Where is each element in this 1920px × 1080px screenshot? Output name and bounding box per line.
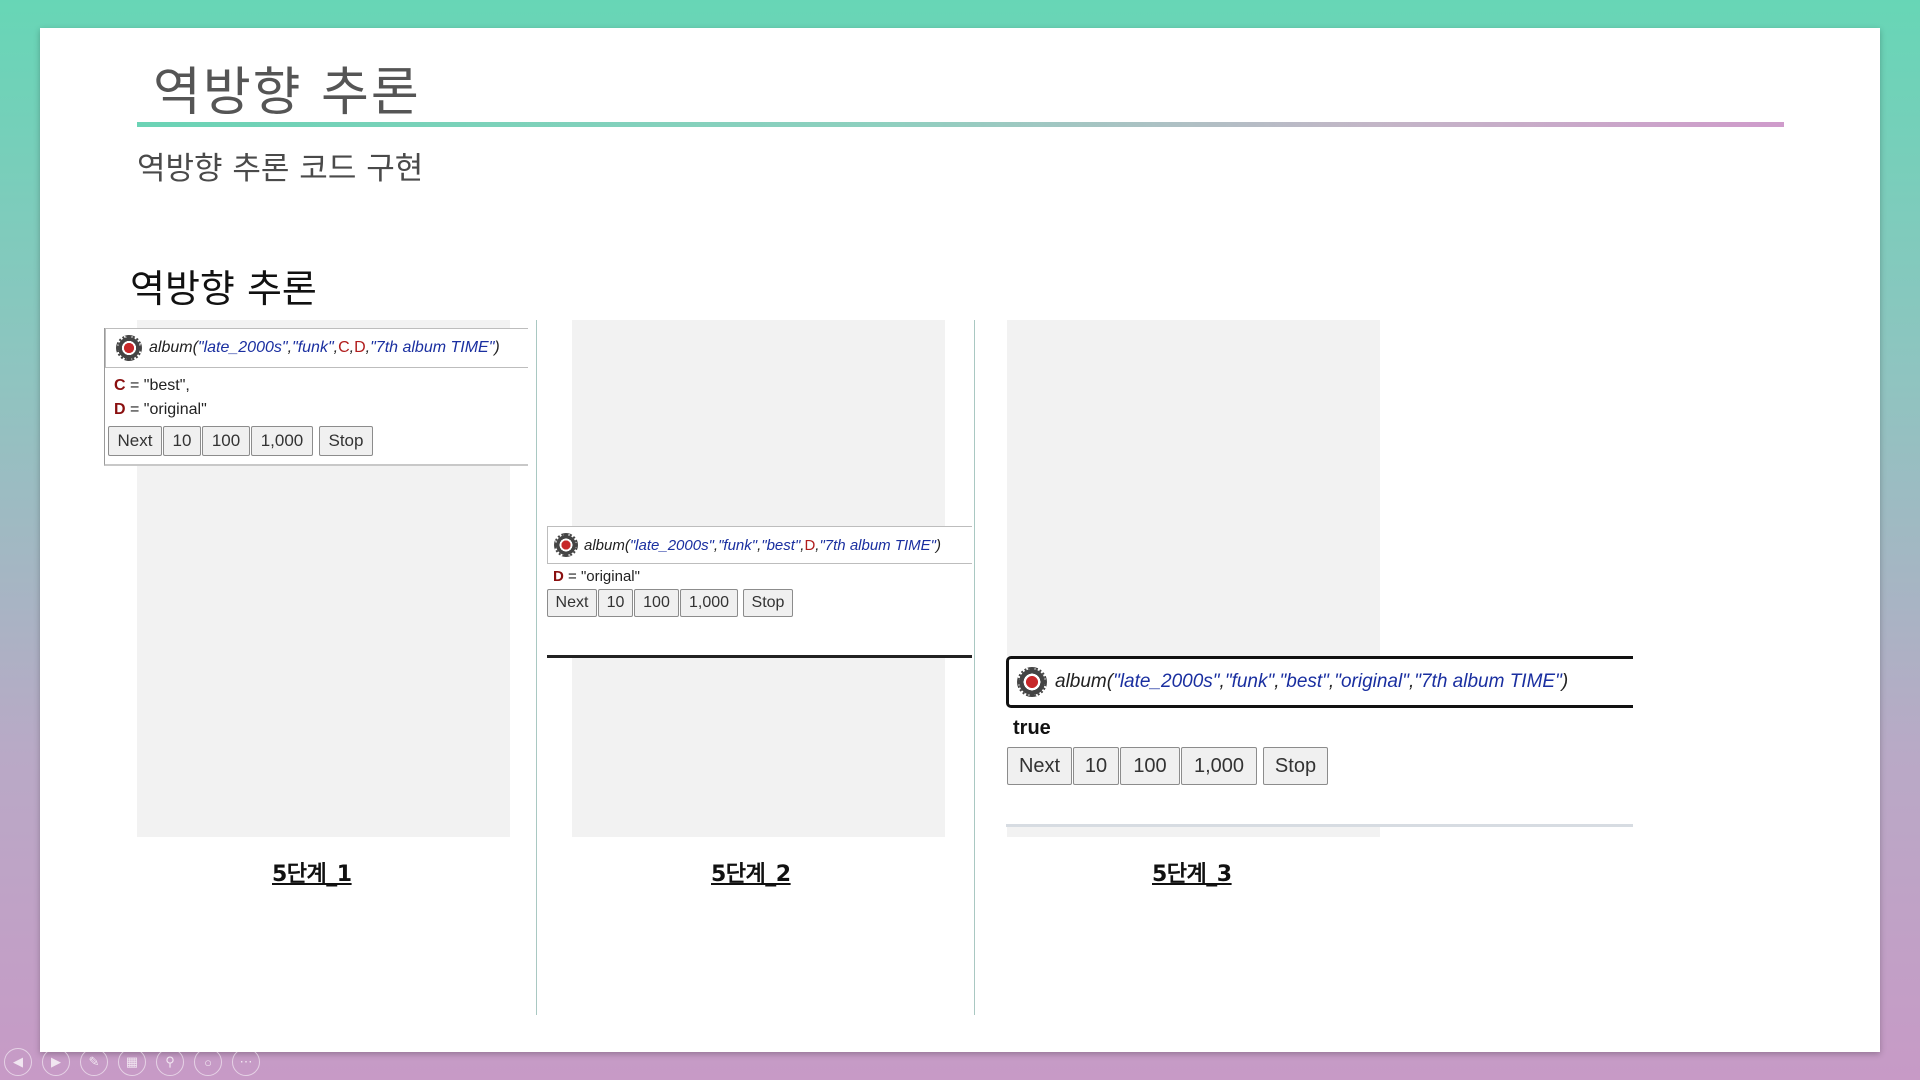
pointer-icon[interactable]: ○ — [194, 1048, 222, 1076]
answer-line-2: D = "original" — [114, 401, 207, 419]
query-arg: "late_2000s" — [1113, 671, 1220, 692]
query-close-paren: ) — [494, 339, 500, 356]
answer-variable: C — [114, 377, 126, 394]
step-label-2: 5단계_2 — [711, 862, 791, 887]
prev-icon[interactable]: ◀ — [4, 1048, 32, 1076]
answer-line-1: D = "original" — [553, 568, 640, 585]
query-close-paren: ) — [1561, 671, 1569, 692]
query-variable: D — [354, 339, 366, 356]
stop-button[interactable]: Stop — [1263, 747, 1328, 785]
gear-icon[interactable] — [1017, 667, 1047, 697]
button-row: Next 10 100 1,000 Stop — [1007, 747, 1329, 785]
query-panel-2: album("late_2000s","funk","best",D,"7th … — [547, 526, 972, 658]
next-1000-button[interactable]: 1,000 — [1181, 747, 1257, 785]
query-arg: "best" — [761, 536, 801, 554]
next-button[interactable]: Next — [1007, 747, 1072, 785]
next-10-button[interactable]: 10 — [598, 589, 633, 617]
next-100-button[interactable]: 100 — [1120, 747, 1180, 785]
section-heading: 역방향 추론 — [130, 267, 317, 311]
next-1000-button[interactable]: 1,000 — [680, 589, 738, 617]
query-arg: "original" — [1334, 671, 1409, 692]
step-label-1: 5단계_1 — [272, 862, 352, 887]
query-text: album("late_2000s","funk","best","origin… — [1055, 671, 1568, 693]
answer-line-1: C = "best", — [114, 377, 190, 395]
stop-button[interactable]: Stop — [319, 426, 373, 456]
next-button[interactable]: Next — [547, 589, 597, 617]
answer-variable: D — [114, 401, 126, 418]
answer-variable: D — [553, 568, 564, 585]
query-arg: "7th album TIME" — [1414, 671, 1562, 692]
gear-icon[interactable] — [554, 533, 578, 557]
next-10-button[interactable]: 10 — [163, 426, 201, 456]
answer-value: = "original" — [125, 401, 207, 418]
query-bar: album("late_2000s","funk",C,D,"7th album… — [105, 328, 528, 368]
query-arg: "best" — [1279, 671, 1329, 692]
query-predicate: album( — [149, 339, 198, 356]
query-predicate: album( — [1055, 671, 1114, 692]
query-arg: "7th album TIME" — [370, 339, 495, 356]
next-100-button[interactable]: 100 — [634, 589, 679, 617]
next-1000-button[interactable]: 1,000 — [251, 426, 313, 456]
query-bar: album("late_2000s","funk","best","origin… — [1006, 656, 1633, 708]
slide-subtitle: 역방향 추론 코드 구현 — [137, 151, 424, 187]
result-true: true — [1013, 717, 1051, 739]
column-divider-1 — [536, 320, 537, 1015]
slides-icon[interactable]: ▦ — [118, 1048, 146, 1076]
column-divider-2 — [974, 320, 975, 1015]
gear-icon[interactable] — [116, 335, 142, 361]
title-underline — [137, 122, 1784, 127]
answer-value: = "original" — [563, 568, 640, 585]
query-arg: "late_2000s" — [629, 536, 714, 554]
query-text: album("late_2000s","funk",C,D,"7th album… — [149, 339, 500, 357]
query-predicate: album( — [584, 536, 630, 554]
button-row: Next 10 100 1,000 Stop — [547, 589, 794, 617]
query-arg: "late_2000s" — [197, 339, 288, 356]
query-panel-1: album("late_2000s","funk",C,D,"7th album… — [104, 328, 528, 466]
next-100-button[interactable]: 100 — [202, 426, 250, 456]
query-variable: D — [804, 536, 816, 554]
more-icon[interactable]: ⋯ — [232, 1048, 260, 1076]
pen-icon[interactable]: ✎ — [80, 1048, 108, 1076]
next-button[interactable]: Next — [108, 426, 162, 456]
slide-title: 역방향 추론 — [153, 63, 421, 123]
query-text: album("late_2000s","funk","best",D,"7th … — [584, 537, 941, 554]
query-arg: "funk" — [1224, 671, 1275, 692]
next-10-button[interactable]: 10 — [1073, 747, 1119, 785]
query-arg: "7th album TIME" — [819, 536, 936, 554]
zoom-icon[interactable]: ⚲ — [156, 1048, 184, 1076]
answer-value: = "best", — [125, 377, 190, 394]
stop-button[interactable]: Stop — [743, 589, 793, 617]
query-arg: "funk" — [292, 339, 334, 356]
query-arg: "funk" — [718, 536, 758, 554]
query-close-paren: ) — [936, 536, 941, 554]
button-row: Next 10 100 1,000 Stop — [108, 426, 374, 456]
step-label-3: 5단계_3 — [1152, 862, 1232, 887]
query-panel-3: album("late_2000s","funk","best","origin… — [1006, 656, 1633, 827]
slide: 역방향 추론 역방향 추론 코드 구현 역방향 추론 album("late_2… — [40, 28, 1880, 1052]
query-variable: C — [338, 339, 350, 356]
next-icon[interactable]: ▶ — [42, 1048, 70, 1076]
query-bar: album("late_2000s","funk","best",D,"7th … — [547, 526, 972, 564]
